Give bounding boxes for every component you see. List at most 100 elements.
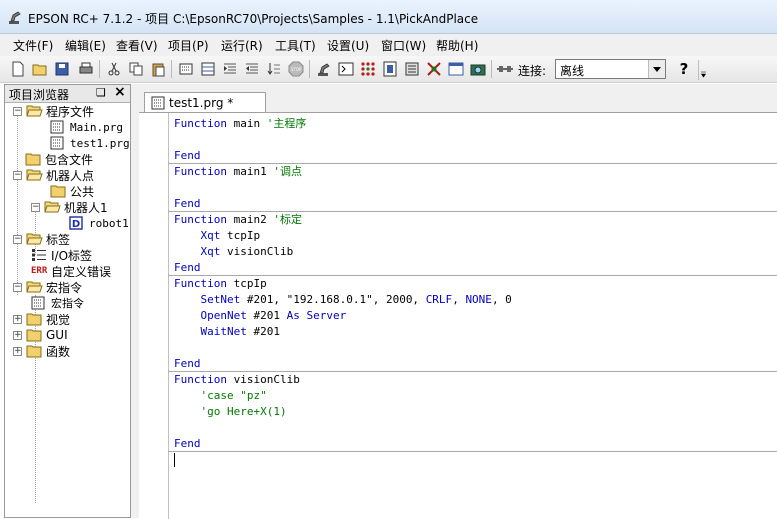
code-text: main [226, 117, 267, 130]
code-area[interactable]: Function main '主程序 Fend Function main1 '调点… [168, 113, 777, 519]
tree-item[interactable]: + 视觉 [13, 311, 70, 327]
tree-item[interactable]: ERR 自定义错误 [31, 263, 111, 279]
menu-tools[interactable]: 工具(T) [275, 37, 316, 54]
copy-icon[interactable] [127, 60, 145, 78]
gui-builder-icon[interactable] [447, 60, 465, 78]
tree-item[interactable]: − 机器人点 [13, 167, 94, 183]
tree-item[interactable]: Drobot1. [69, 215, 130, 231]
connection-select[interactable]: 离线 [555, 59, 666, 79]
folder-icon [26, 312, 43, 326]
pin-icon[interactable]: ❑ [96, 86, 106, 99]
tree-item[interactable]: − 机器人1 [31, 199, 108, 215]
save-all-icon[interactable] [53, 60, 71, 78]
folder-icon [26, 344, 43, 358]
code-line: Xqt tcpIp [174, 228, 261, 244]
menu-edit[interactable]: 编辑(E) [65, 37, 106, 54]
menu-help[interactable]: 帮助(H) [436, 37, 478, 54]
code-text: #201 [246, 309, 287, 322]
chevron-down-icon[interactable] [648, 60, 665, 78]
build-icon[interactable] [177, 60, 195, 78]
close-icon[interactable]: × [114, 84, 126, 100]
tree-item[interactable]: + 函数 [13, 343, 70, 359]
step-icon[interactable] [265, 60, 283, 78]
maintenance-icon[interactable] [403, 60, 421, 78]
command-window-icon[interactable] [337, 60, 355, 78]
grid-icon[interactable] [199, 60, 217, 78]
code-line: Fend [174, 356, 201, 372]
toolbar-separator [171, 60, 172, 78]
connect-label: 连接: [518, 64, 547, 78]
open-folder-icon[interactable] [31, 60, 49, 78]
code-editor[interactable]: Function main '主程序 Fend Function main1 '调点… [139, 112, 777, 519]
simulator-icon[interactable] [425, 60, 443, 78]
menu-setup[interactable]: 设置(U) [327, 37, 369, 54]
toolbar-overflow-icon[interactable] [698, 60, 708, 80]
code-line: OpenNet #201 As Server [174, 308, 347, 324]
vision-camera-icon[interactable] [469, 60, 487, 78]
expand-icon[interactable]: + [13, 346, 22, 356]
menu-run[interactable]: 运行(R) [221, 37, 263, 54]
collapse-icon[interactable]: − [13, 282, 22, 292]
code-keyword: Function [174, 277, 227, 290]
code-line: Function main '主程序 [174, 116, 306, 132]
tree-item[interactable]: − 标签 [13, 231, 70, 247]
program-file-icon [50, 136, 67, 150]
tree-item[interactable]: 公共 [50, 183, 94, 199]
indent-icon[interactable] [221, 60, 239, 78]
code-line: 'case "pz" [174, 388, 267, 404]
outdent-icon[interactable] [243, 60, 261, 78]
expand-icon[interactable]: + [13, 314, 22, 324]
code-line: Function main1 '调点 [174, 164, 302, 180]
tree-item[interactable]: test1.prg [50, 135, 130, 151]
cut-icon[interactable] [105, 60, 123, 78]
expand-icon[interactable]: + [13, 330, 22, 340]
print-icon[interactable] [77, 60, 95, 78]
collapse-icon[interactable]: − [13, 170, 22, 180]
collapse-icon[interactable]: − [13, 234, 22, 244]
tree-item[interactable]: + GUI [13, 327, 68, 343]
collapse-icon[interactable]: − [13, 106, 22, 116]
robot-manager-icon[interactable] [315, 60, 333, 78]
io-monitor-icon[interactable] [359, 60, 377, 78]
error-label-icon: ERR [31, 264, 48, 278]
tree-item[interactable]: I/O标签 [31, 247, 92, 263]
code-text: tcpIp [226, 277, 267, 290]
code-keyword: Xqt [200, 245, 221, 258]
program-file-icon [151, 96, 165, 113]
svg-text:D: D [72, 219, 80, 230]
tree-item[interactable]: 宏指令 [31, 295, 84, 311]
editor-area: test1.prg * Function main '主程序 Fend Functi… [139, 84, 777, 519]
new-file-icon[interactable] [9, 60, 27, 78]
io-label-icon[interactable] [381, 60, 399, 78]
stop-icon[interactable]: STOP [287, 60, 305, 78]
io-label-icon [31, 248, 48, 262]
tree-item[interactable]: 包含文件 [25, 151, 93, 167]
code-keyword: Function [174, 213, 227, 226]
code-keyword: Function [174, 373, 227, 386]
menu-file[interactable]: 文件(F) [13, 37, 53, 54]
tree-item[interactable]: Main.prg [50, 119, 123, 135]
menu-window[interactable]: 窗口(W) [381, 37, 426, 54]
tree-item[interactable]: − 程序文件 [13, 103, 94, 119]
paste-icon[interactable] [149, 60, 167, 78]
code-line: Function tcpIp [174, 276, 267, 292]
help-button[interactable]: ? [674, 58, 694, 80]
tree-item-label: 视觉 [46, 312, 71, 327]
code-line: Fend [174, 436, 201, 452]
menu-project[interactable]: 项目(P) [168, 37, 209, 54]
tree-item-label: 标签 [46, 232, 71, 247]
menu-view[interactable]: 查看(V) [116, 37, 158, 54]
tree-item[interactable]: − 宏指令 [13, 279, 82, 295]
panel-splitter[interactable] [131, 84, 139, 518]
function-separator [168, 275, 777, 276]
code-line: Function visionClib [174, 372, 300, 388]
program-file-icon [50, 120, 67, 134]
code-line: Fend [174, 196, 201, 212]
tab-test1-prg[interactable]: test1.prg * [144, 92, 266, 112]
collapse-icon[interactable]: − [31, 202, 40, 212]
tree-item-label: 机器人点 [46, 168, 95, 183]
